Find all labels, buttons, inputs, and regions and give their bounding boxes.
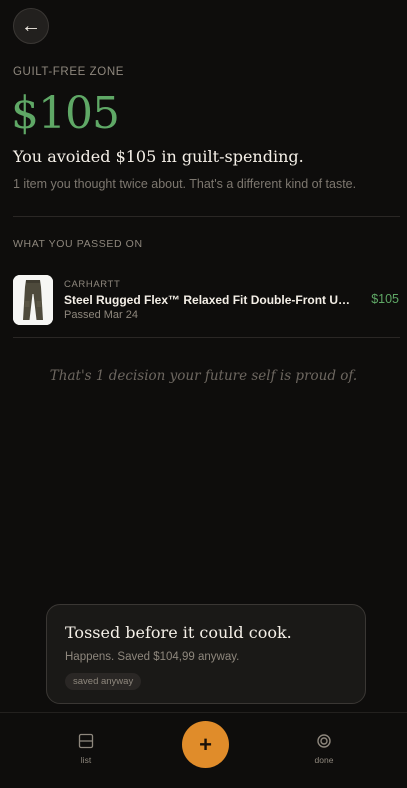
- divider: [13, 216, 400, 217]
- item-brand: CARHARTT: [64, 279, 121, 290]
- list-item[interactable]: CARHARTT Steel Rugged Flex™ Relaxed Fit …: [13, 275, 399, 325]
- bottom-nav: list + done: [0, 712, 407, 788]
- arrow-left-icon: ←: [21, 15, 41, 37]
- toast-title: Tossed before it could cook.: [65, 623, 292, 642]
- pants-image: [13, 275, 53, 325]
- toast-notification: Tossed before it could cook. Happens. Sa…: [46, 604, 366, 704]
- section-label: WHAT YOU PASSED ON: [13, 238, 143, 250]
- divider: [13, 337, 400, 338]
- summary-headline: You avoided $105 in guilt-spending.: [13, 147, 304, 166]
- motivational-quote: That's 1 decision your future self is pr…: [49, 368, 358, 384]
- status-badge: saved anyway: [65, 673, 142, 690]
- done-icon: [317, 734, 331, 748]
- list-icon: [78, 733, 94, 749]
- back-button[interactable]: ←: [13, 8, 49, 44]
- item-price: $105: [371, 292, 399, 306]
- nav-done[interactable]: done: [294, 733, 354, 765]
- item-title: Steel Rugged Flex™ Relaxed Fit Double-Fr…: [64, 293, 354, 307]
- zone-label: GUILT-FREE ZONE: [13, 66, 125, 78]
- nav-list-label: list: [80, 755, 92, 765]
- toast-subtitle: Happens. Saved $104,99 anyway.: [65, 651, 240, 663]
- plus-icon: +: [199, 731, 212, 757]
- nav-done-label: done: [314, 755, 334, 765]
- nav-list[interactable]: list: [56, 733, 116, 765]
- add-button[interactable]: +: [182, 721, 229, 768]
- item-date: Passed Mar 24: [64, 309, 138, 321]
- summary-subline: 1 item you thought twice about. That's a…: [13, 177, 357, 191]
- product-thumbnail: [13, 275, 53, 325]
- saved-amount: $105: [11, 88, 120, 139]
